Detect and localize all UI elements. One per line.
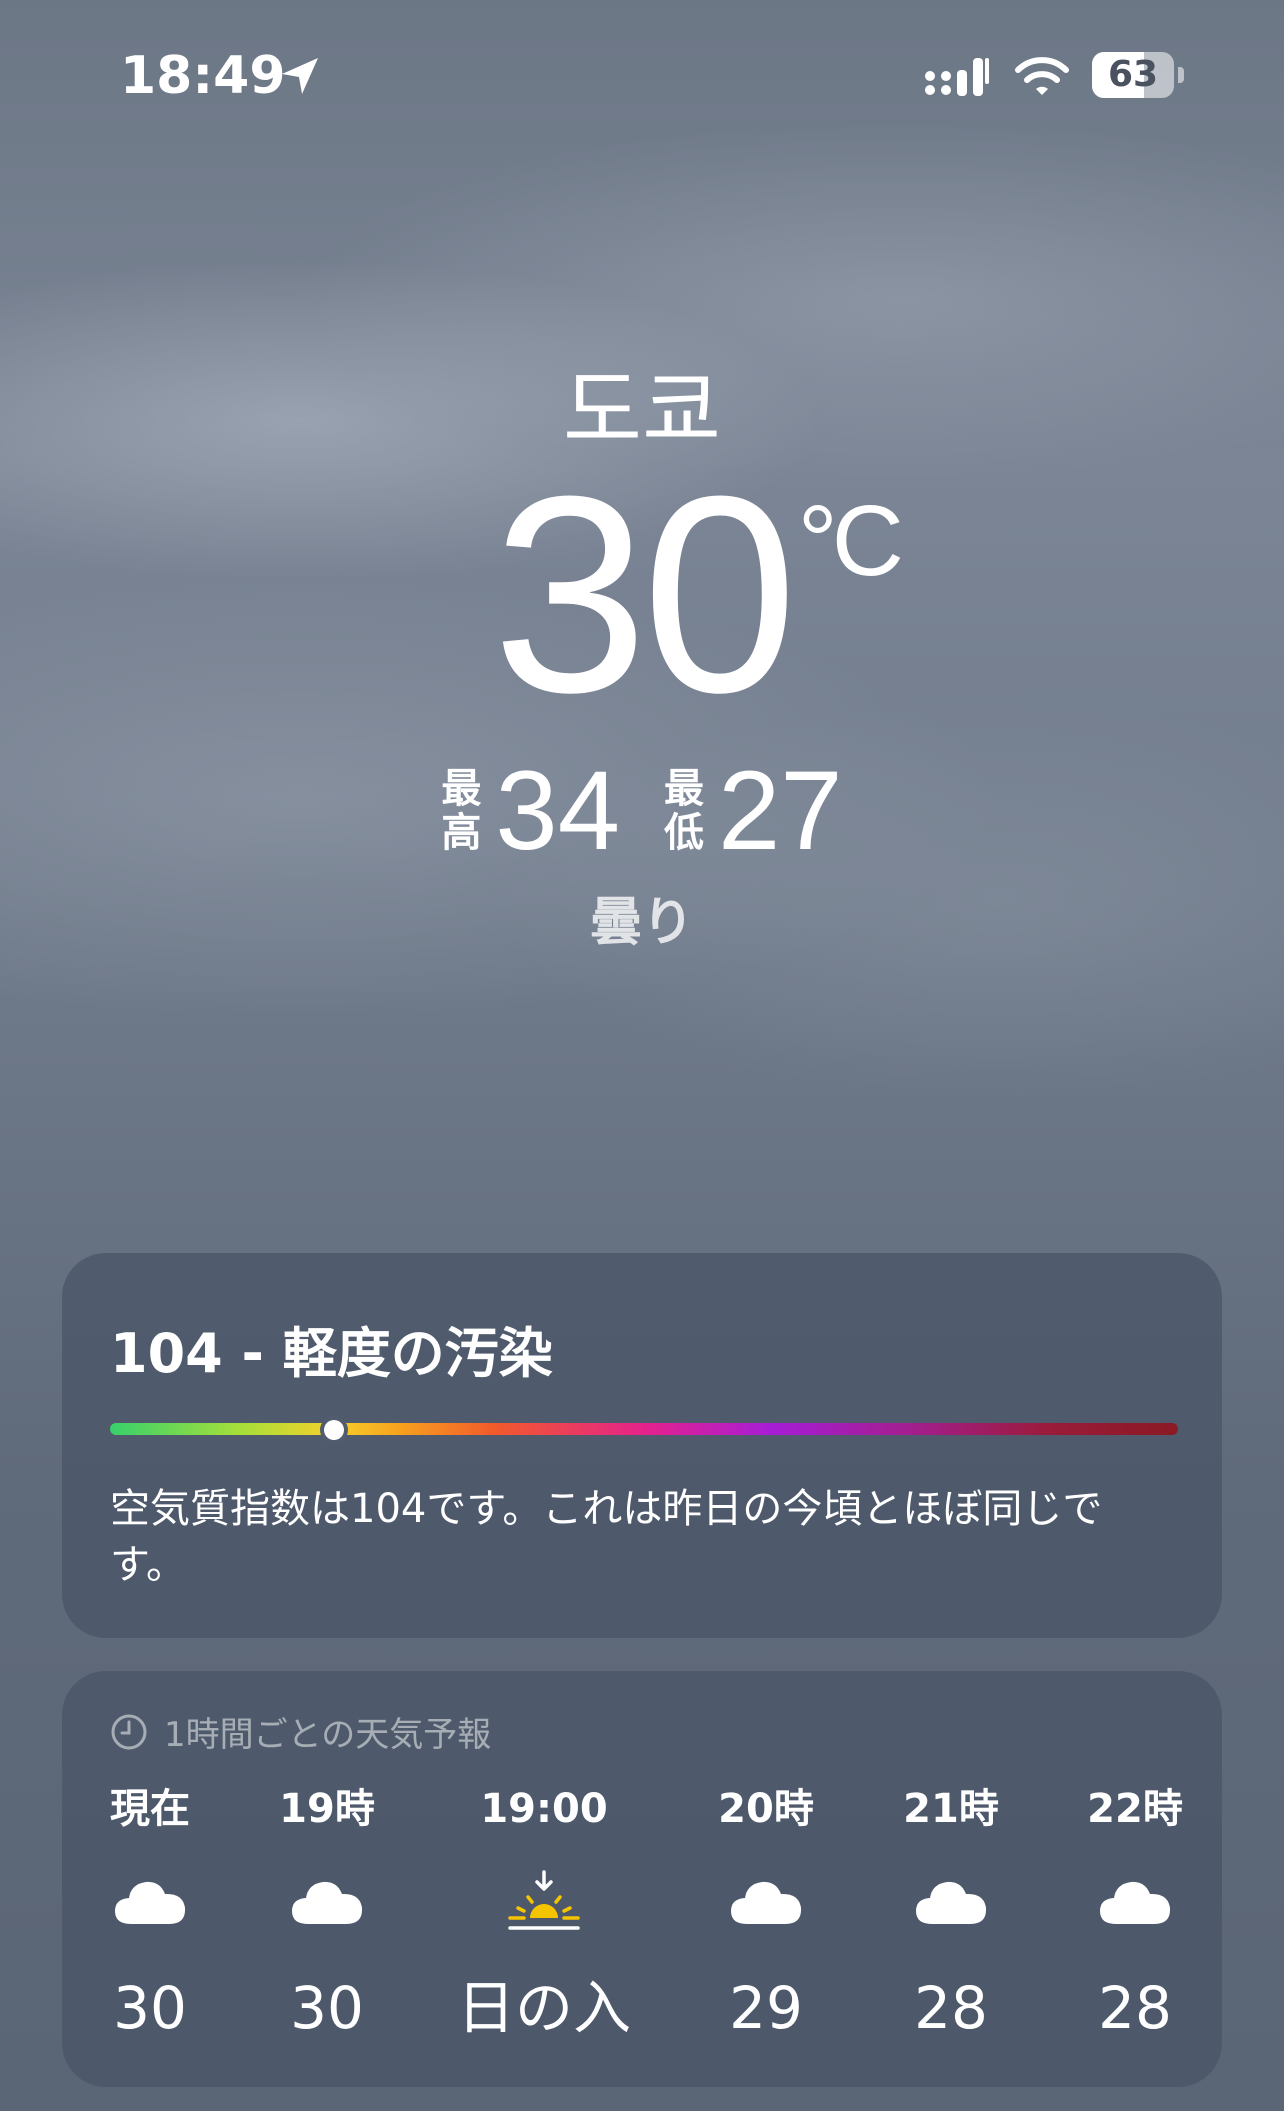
hour-value: 29 — [729, 1974, 803, 2042]
hourly-item: 21時 28 — [861, 1783, 1041, 2043]
clock-icon — [111, 1714, 147, 1749]
cloud-icon — [60, 1857, 240, 1947]
hour-value: 28 — [1098, 1974, 1172, 2042]
high-value: 34 — [495, 748, 620, 873]
cloud-icon — [861, 1857, 1041, 1947]
high-temperature: 最高 34 — [441, 755, 620, 867]
hourly-item: 19時 30 — [237, 1783, 417, 2043]
aqi-scale-bar — [110, 1416, 1178, 1444]
temperature-value: 30 — [492, 439, 797, 751]
status-time: 18:49 — [120, 46, 286, 106]
current-temperature: 30 °C — [0, 455, 1284, 735]
cloud-icon — [237, 1857, 417, 1947]
hour-value: 日の入 — [456, 1974, 631, 2042]
cloud-icon — [1045, 1857, 1225, 1947]
hourly-forecast-card[interactable]: 1時間ごとの天気予報 現在 30 19時 30 19:00 日の入 20時 29 21時 28 22… — [62, 1671, 1222, 2087]
hour-value: 30 — [290, 1974, 364, 2042]
hour-label: 現在 — [110, 1786, 190, 1832]
hour-value: 30 — [113, 1974, 187, 2042]
battery-indicator: 63 — [1092, 52, 1186, 98]
low-value: 27 — [718, 748, 843, 873]
air-quality-card[interactable]: 104 - 軽度の汚染 空気質指数は104です。これは昨日の今頃とほぼ同じです。 — [62, 1253, 1222, 1638]
high-label: 最高 — [441, 766, 482, 856]
signal-icon — [925, 58, 989, 96]
hour-label: 19時 — [279, 1786, 375, 1832]
hourly-forecast-title: 1時間ごとの天気予報 — [164, 1715, 492, 1755]
hourly-item: 現在 30 — [60, 1783, 240, 2043]
weather-condition: 曇り — [589, 893, 694, 953]
battery-level-text: 63 — [1107, 54, 1159, 95]
hourly-item: 22時 28 — [1045, 1783, 1225, 2043]
cloud-icon — [676, 1857, 856, 1947]
aqi-indicator-dot — [320, 1416, 349, 1444]
aqi-description: 空気質指数は104です。これは昨日の今頃とほぼ同じです。 — [110, 1486, 1103, 1588]
hour-label: 21時 — [903, 1786, 999, 1832]
wifi-icon — [1015, 57, 1069, 95]
high-low-temperatures: 最高 34 最低 27 — [0, 755, 1284, 867]
low-temperature: 最低 27 — [664, 755, 843, 867]
low-label: 最低 — [664, 766, 704, 856]
hour-label: 20時 — [718, 1786, 814, 1832]
hour-label: 19:00 — [480, 1786, 608, 1832]
aqi-title: 104 - 軽度の汚染 — [110, 1322, 553, 1385]
location-arrow-icon — [282, 58, 318, 94]
hour-value: 28 — [914, 1974, 988, 2042]
hour-label: 22時 — [1087, 1786, 1183, 1832]
hourly-item: 20時 29 — [676, 1783, 856, 2043]
sunset-icon — [454, 1857, 634, 1947]
temperature-unit: °C — [797, 485, 904, 597]
hourly-item: 19:00 日の入 — [454, 1783, 634, 2043]
hourly-forecast-header: 1時間ごとの天気予報 — [110, 1707, 491, 1756]
